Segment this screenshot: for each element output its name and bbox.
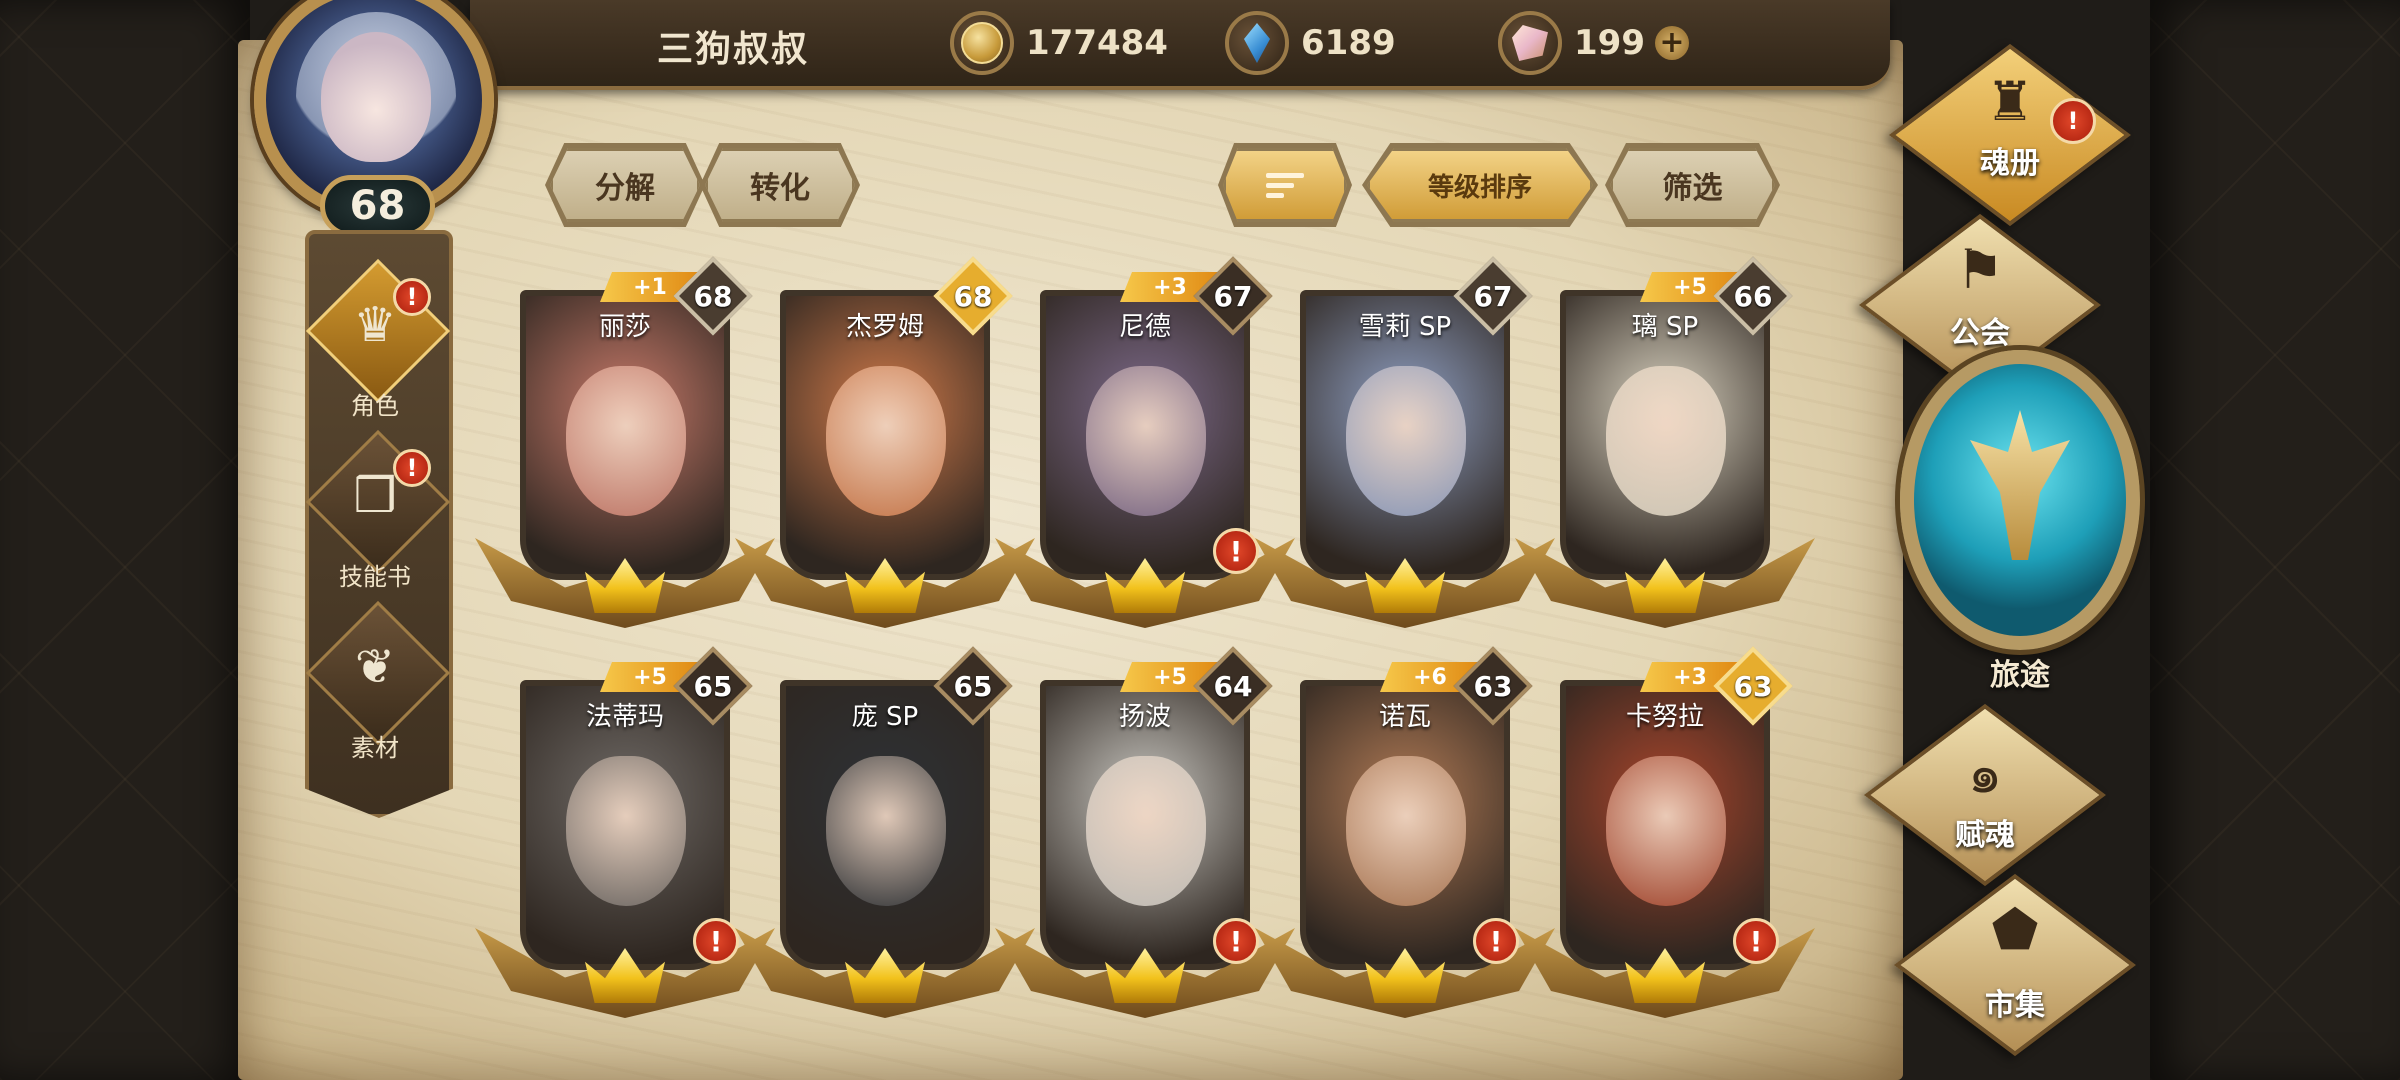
- hero-card[interactable]: 卡努拉 +3 63!: [1515, 646, 1815, 1040]
- right-wall-decoration: [2150, 0, 2400, 1080]
- sort-order-button[interactable]: [1223, 148, 1347, 222]
- sort-icon: [1266, 172, 1304, 198]
- nav-label-soul-book: 魂册: [1980, 146, 2040, 181]
- hero-card[interactable]: 诺瓦 +6 63!: [1255, 646, 1555, 1040]
- decompose-button[interactable]: 分解: [550, 148, 700, 222]
- gold-coin-icon: [950, 11, 1014, 75]
- hero-card[interactable]: 庞 SP 65: [735, 646, 1035, 1040]
- alert-icon: !: [1733, 918, 1779, 964]
- hero-level: 63: [1473, 669, 1513, 703]
- nav-label-journey: 旅途: [1990, 658, 2050, 693]
- hero-level: 63: [1733, 669, 1773, 703]
- left-wall-decoration: [0, 0, 250, 1080]
- nav-item-skill-book[interactable]: ❒ 技能书 !: [305, 429, 451, 593]
- nav-label-market: 市集: [1985, 988, 2045, 1023]
- player-level-badge: 68: [320, 175, 435, 237]
- hero-card[interactable]: 璃 SP +5 66: [1515, 256, 1815, 650]
- alert-icon: !: [693, 918, 739, 964]
- nav-label-skill-book: 技能书: [339, 563, 411, 591]
- hero-card[interactable]: 杰罗姆 68: [735, 256, 1035, 650]
- nav-label-ensoul: 赋魂: [1955, 818, 2015, 853]
- hero-level: 67: [1473, 279, 1513, 313]
- hero-portrait: 杰罗姆: [780, 290, 990, 580]
- hero-level: 68: [953, 279, 993, 313]
- hero-card[interactable]: 法蒂玛 +5 65!: [475, 646, 775, 1040]
- nav-item-role[interactable]: ♛ 角色 !: [305, 258, 451, 422]
- guild-icon: ⚑: [1955, 238, 2005, 301]
- blue-gem-icon: [1225, 11, 1289, 75]
- filter-button[interactable]: 筛选: [1610, 148, 1775, 222]
- nav-label-role: 角色: [351, 392, 399, 420]
- market-icon: ⬟: [1991, 898, 2039, 961]
- hero-level: 65: [693, 669, 733, 703]
- hero-level: 64: [1213, 669, 1253, 703]
- hero-portrait: 璃 SP: [1560, 290, 1770, 580]
- gold-currency: 177484: [950, 10, 1168, 76]
- alert-icon: !: [393, 278, 431, 316]
- level-sort-button[interactable]: 等级排序: [1367, 148, 1593, 222]
- alert-icon: !: [2050, 98, 2096, 144]
- hero-portrait: 雪莉 SP: [1300, 290, 1510, 580]
- hero-card[interactable]: 扬波 +5 64!: [995, 646, 1295, 1040]
- alert-icon: !: [1213, 528, 1259, 574]
- gold-amount: 177484: [1026, 23, 1168, 63]
- hero-level: 65: [953, 669, 993, 703]
- alert-icon: !: [1473, 918, 1519, 964]
- hero-card[interactable]: 尼德 +3 67!: [995, 256, 1295, 650]
- ensoul-icon: ๑: [1967, 742, 2003, 805]
- add-crystal-button[interactable]: +: [1654, 26, 1689, 60]
- material-icon: ❦: [354, 639, 396, 695]
- player-name: 三狗叔叔: [656, 29, 809, 70]
- crystal-currency: 199 +: [1498, 10, 1689, 76]
- nav-label-guild: 公会: [1950, 316, 2010, 351]
- nav-journey[interactable]: 旅途: [1900, 350, 2140, 693]
- hero-level: 68: [693, 279, 733, 313]
- hero-level: 67: [1213, 279, 1253, 313]
- convert-button[interactable]: 转化: [705, 148, 855, 222]
- hero-portrait: 丽莎: [520, 290, 730, 580]
- hero-level: 66: [1733, 279, 1773, 313]
- nav-item-material[interactable]: ❦ 素材: [305, 600, 451, 764]
- alert-icon: !: [1213, 918, 1259, 964]
- hero-portrait: 庞 SP: [780, 680, 990, 970]
- hero-card[interactable]: 丽莎 +1 68: [475, 256, 775, 650]
- hero-card[interactable]: 雪莉 SP 67: [1255, 256, 1555, 650]
- alert-icon: !: [393, 449, 431, 487]
- gem-currency: 6189: [1225, 10, 1396, 76]
- nav-label-material: 素材: [351, 734, 399, 762]
- crystal-amount: 199: [1574, 23, 1645, 63]
- gem-amount: 6189: [1301, 23, 1396, 63]
- crystal-icon: [1498, 11, 1562, 75]
